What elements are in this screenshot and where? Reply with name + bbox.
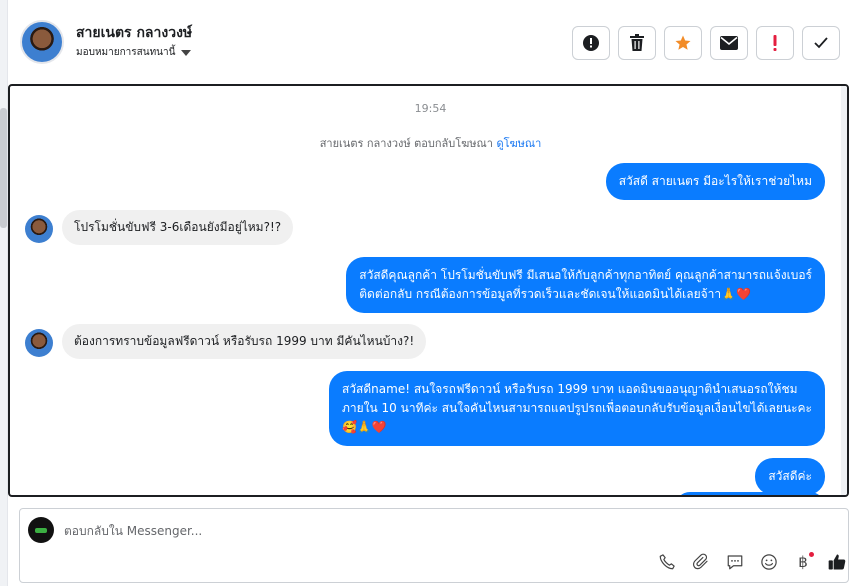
message-line: 🥰🙏❤️ <box>341 420 387 434</box>
star-button[interactable] <box>664 26 702 60</box>
user-avatar[interactable] <box>20 20 64 64</box>
message-text: โปรโมชั่นขับฟรี 3-6เดือนยังมีอยู่ไหม?!? <box>74 220 282 234</box>
emoji-button[interactable] <box>758 551 780 573</box>
notification-dot <box>809 552 814 557</box>
left-scrollbar[interactable] <box>0 108 7 228</box>
user-name[interactable]: สายเนตร กลางวงษ์ <box>76 22 192 44</box>
timestamp: 19:54 <box>414 102 447 115</box>
mark-spam-button[interactable] <box>572 26 610 60</box>
ad-reply-notice: สายเนตร กลางวงษ์ ตอบกลับโฆษณา ดูโฆษณา <box>10 134 847 152</box>
incoming-message[interactable]: ต้องการทราบข้อมูลฟรีดาวน์ หรือรับรถ 1999… <box>62 324 427 359</box>
outgoing-message[interactable]: สวัสดี สายเนตร มีอะไรให้เราช่วยไหม <box>605 163 825 200</box>
outgoing-message[interactable]: สวัสดีคุณลูกค้า โปรโมชั่นขับฟรี มีเสนอให… <box>346 257 825 313</box>
reply-input[interactable] <box>64 521 624 541</box>
envelope-icon <box>720 36 738 50</box>
incoming-message[interactable]: โปรโมชั่นขับฟรี 3-6เดือนยังมีอยู่ไหม?!? <box>62 210 294 245</box>
sender-avatar[interactable] <box>25 329 53 357</box>
action-toolbar <box>572 26 840 60</box>
paperclip-icon <box>692 553 708 570</box>
attach-button[interactable] <box>690 551 712 573</box>
sender-avatar[interactable] <box>25 215 53 243</box>
message-line: สวัสดีname! สนใจรถฟรีดาวน์ หรือรับรถ 199… <box>341 382 798 396</box>
mark-unread-button[interactable] <box>710 26 748 60</box>
follow-up-button[interactable] <box>756 26 794 60</box>
assign-label: มอบหมายการสนทนานี้ <box>76 47 176 58</box>
page-avatar <box>28 517 54 543</box>
delete-button[interactable] <box>618 26 656 60</box>
saved-reply-icon <box>727 555 743 570</box>
message-text: ต้องการทราบข้อมูลฟรีดาวน์ หรือรับรถ 1999… <box>74 334 415 348</box>
outgoing-message[interactable]: สวัสดีname! สนใจรถฟรีดาวน์ หรือรับรถ 199… <box>328 371 825 446</box>
conversation-header: สายเนตร กลางวงษ์ มอบหมายการสนทนานี้ <box>8 0 849 84</box>
composer-toolbar: ฿ <box>656 551 848 573</box>
view-ad-link[interactable]: ดูโฆษณา <box>496 137 541 150</box>
exclamation-circle-icon <box>583 35 599 51</box>
message-text: สวัสดีค่ะ <box>768 469 812 483</box>
exclamation-icon <box>773 35 777 51</box>
assign-conversation-dropdown[interactable]: มอบหมายการสนทนานี้ <box>76 45 192 60</box>
message-line: ภายใน 10 นาทีค่ะ สนใจคันไหนสามารถแคปรูปร… <box>341 401 812 415</box>
outgoing-message-partial[interactable] <box>675 492 825 495</box>
trash-icon <box>630 34 644 51</box>
payment-button[interactable]: ฿ <box>792 551 814 573</box>
like-button[interactable] <box>826 551 848 573</box>
message-line: สวัสดีคุณลูกค้า โปรโมชั่นขับฟรี มีเสนอให… <box>359 268 812 282</box>
left-sidebar-edge <box>0 0 8 586</box>
star-icon <box>675 35 691 50</box>
message-line: ติดต่อกลับ กรณีต้องการข้อมูลที่รวดเร็วแล… <box>359 287 752 301</box>
thread-scrollbar[interactable] <box>841 86 847 495</box>
mark-done-button[interactable] <box>802 26 840 60</box>
saved-replies-button[interactable] <box>724 551 746 573</box>
checkmark-icon <box>814 37 828 49</box>
call-button[interactable] <box>656 551 678 573</box>
like-icon <box>828 554 846 570</box>
baht-payment-icon: ฿ <box>798 553 808 571</box>
reply-composer: ฿ <box>19 508 849 583</box>
outgoing-message[interactable]: สวัสดีค่ะ <box>755 458 825 495</box>
caret-down-icon <box>181 49 192 56</box>
ad-reply-text: สายเนตร กลางวงษ์ ตอบกลับโฆษณา <box>319 137 493 150</box>
emoji-icon <box>761 554 777 570</box>
phone-icon <box>659 554 675 570</box>
message-text: สวัสดี สายเนตร มีอะไรให้เราช่วยไหม <box>618 174 812 188</box>
message-thread[interactable]: 19:54 สายเนตร กลางวงษ์ ตอบกลับโฆษณา ดูโฆ… <box>8 84 849 497</box>
